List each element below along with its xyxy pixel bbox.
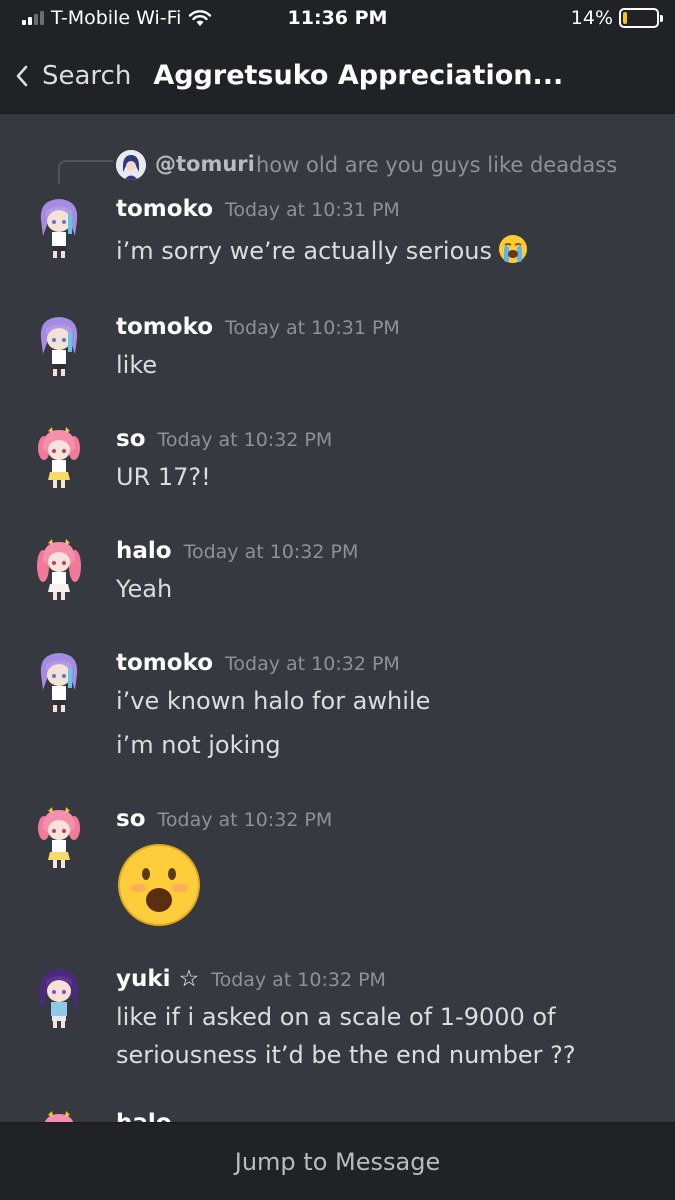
channel-header: Search Aggretsuko Appreciation... bbox=[0, 38, 675, 114]
author-name[interactable]: so bbox=[116, 806, 146, 832]
message-header: halo bbox=[116, 1110, 172, 1122]
reply-text: how old are you guys like deadass bbox=[256, 153, 618, 177]
jump-to-message-button[interactable]: Jump to Message bbox=[0, 1122, 675, 1200]
battery-fill bbox=[623, 12, 627, 24]
message-header: halo Today at 10:32 PM bbox=[116, 538, 358, 568]
message-header: so Today at 10:32 PM bbox=[116, 806, 332, 836]
message-text: UR 17?! bbox=[116, 463, 211, 491]
status-bar: T-Mobile Wi-Fi 11:36 PM 14% bbox=[0, 0, 675, 38]
avatar bbox=[116, 150, 146, 180]
message-text: Yeah bbox=[116, 575, 173, 603]
reply-spine bbox=[58, 160, 113, 184]
astonished-face-icon bbox=[118, 844, 200, 926]
reply-reference[interactable]: @tomuri how old are you guys like deadas… bbox=[58, 150, 658, 184]
message-text: seriousness it’d be the end number ?? bbox=[116, 1041, 576, 1069]
message-list[interactable]: @tomuri how old are you guys like deadas… bbox=[0, 114, 675, 1122]
message-text: i’m not joking bbox=[116, 731, 281, 759]
message-text: i’m sorry we’re actually serious bbox=[116, 232, 528, 271]
back-button[interactable]: Search bbox=[14, 61, 131, 91]
message-text: i’ve known halo for awhile bbox=[116, 687, 431, 715]
timestamp: Today at 10:32 PM bbox=[211, 969, 386, 991]
message-header: yuki ☆ Today at 10:32 PM bbox=[116, 966, 386, 996]
author-name-text: yuki bbox=[116, 966, 171, 992]
avatar[interactable] bbox=[37, 1110, 81, 1122]
timestamp: Today at 10:31 PM bbox=[225, 317, 400, 339]
message-header: tomoko Today at 10:32 PM bbox=[116, 650, 400, 680]
author-star: ☆ bbox=[178, 966, 200, 992]
timestamp: Today at 10:32 PM bbox=[183, 541, 359, 563]
message-header: tomoko Today at 10:31 PM bbox=[116, 196, 400, 226]
avatar[interactable] bbox=[37, 966, 81, 1030]
chevron-left-icon bbox=[16, 65, 28, 86]
timestamp: Today at 10:32 PM bbox=[225, 653, 400, 675]
author-name[interactable]: tomoko bbox=[116, 314, 213, 340]
timestamp: Today at 10:31 PM bbox=[225, 199, 400, 221]
channel-title: Aggretsuko Appreciation... bbox=[153, 60, 564, 91]
avatar[interactable] bbox=[37, 650, 81, 714]
avatar[interactable] bbox=[37, 314, 81, 378]
timestamp: Today at 10:32 PM bbox=[157, 429, 333, 451]
message-text: like if i asked on a scale of 1-9000 of bbox=[116, 1003, 556, 1031]
message-header: so Today at 10:32 PM bbox=[116, 426, 332, 456]
avatar[interactable] bbox=[37, 196, 81, 260]
message-text: like bbox=[116, 351, 158, 379]
avatar[interactable] bbox=[37, 538, 81, 602]
author-name[interactable]: tomoko bbox=[116, 196, 213, 222]
timestamp: Today at 10:32 PM bbox=[157, 809, 333, 831]
author-name[interactable]: so bbox=[116, 426, 146, 452]
loudly-crying-face-icon bbox=[499, 235, 527, 263]
author-name[interactable]: halo bbox=[116, 1110, 172, 1122]
jump-label: Jump to Message bbox=[234, 1147, 441, 1176]
avatar[interactable] bbox=[37, 806, 81, 870]
author-name[interactable]: halo bbox=[116, 538, 172, 564]
reply-author[interactable]: @tomuri bbox=[155, 152, 255, 176]
message-header: tomoko Today at 10:31 PM bbox=[116, 314, 400, 344]
author-name[interactable]: tomoko bbox=[116, 650, 213, 676]
avatar[interactable] bbox=[37, 426, 81, 490]
author-name[interactable]: yuki ☆ bbox=[116, 966, 199, 992]
message-line: i’m sorry we’re actually serious bbox=[116, 237, 492, 265]
battery-percent: 14% bbox=[570, 7, 613, 29]
battery-icon bbox=[619, 8, 663, 28]
back-label: Search bbox=[42, 60, 132, 91]
status-right: 14% bbox=[570, 7, 663, 29]
